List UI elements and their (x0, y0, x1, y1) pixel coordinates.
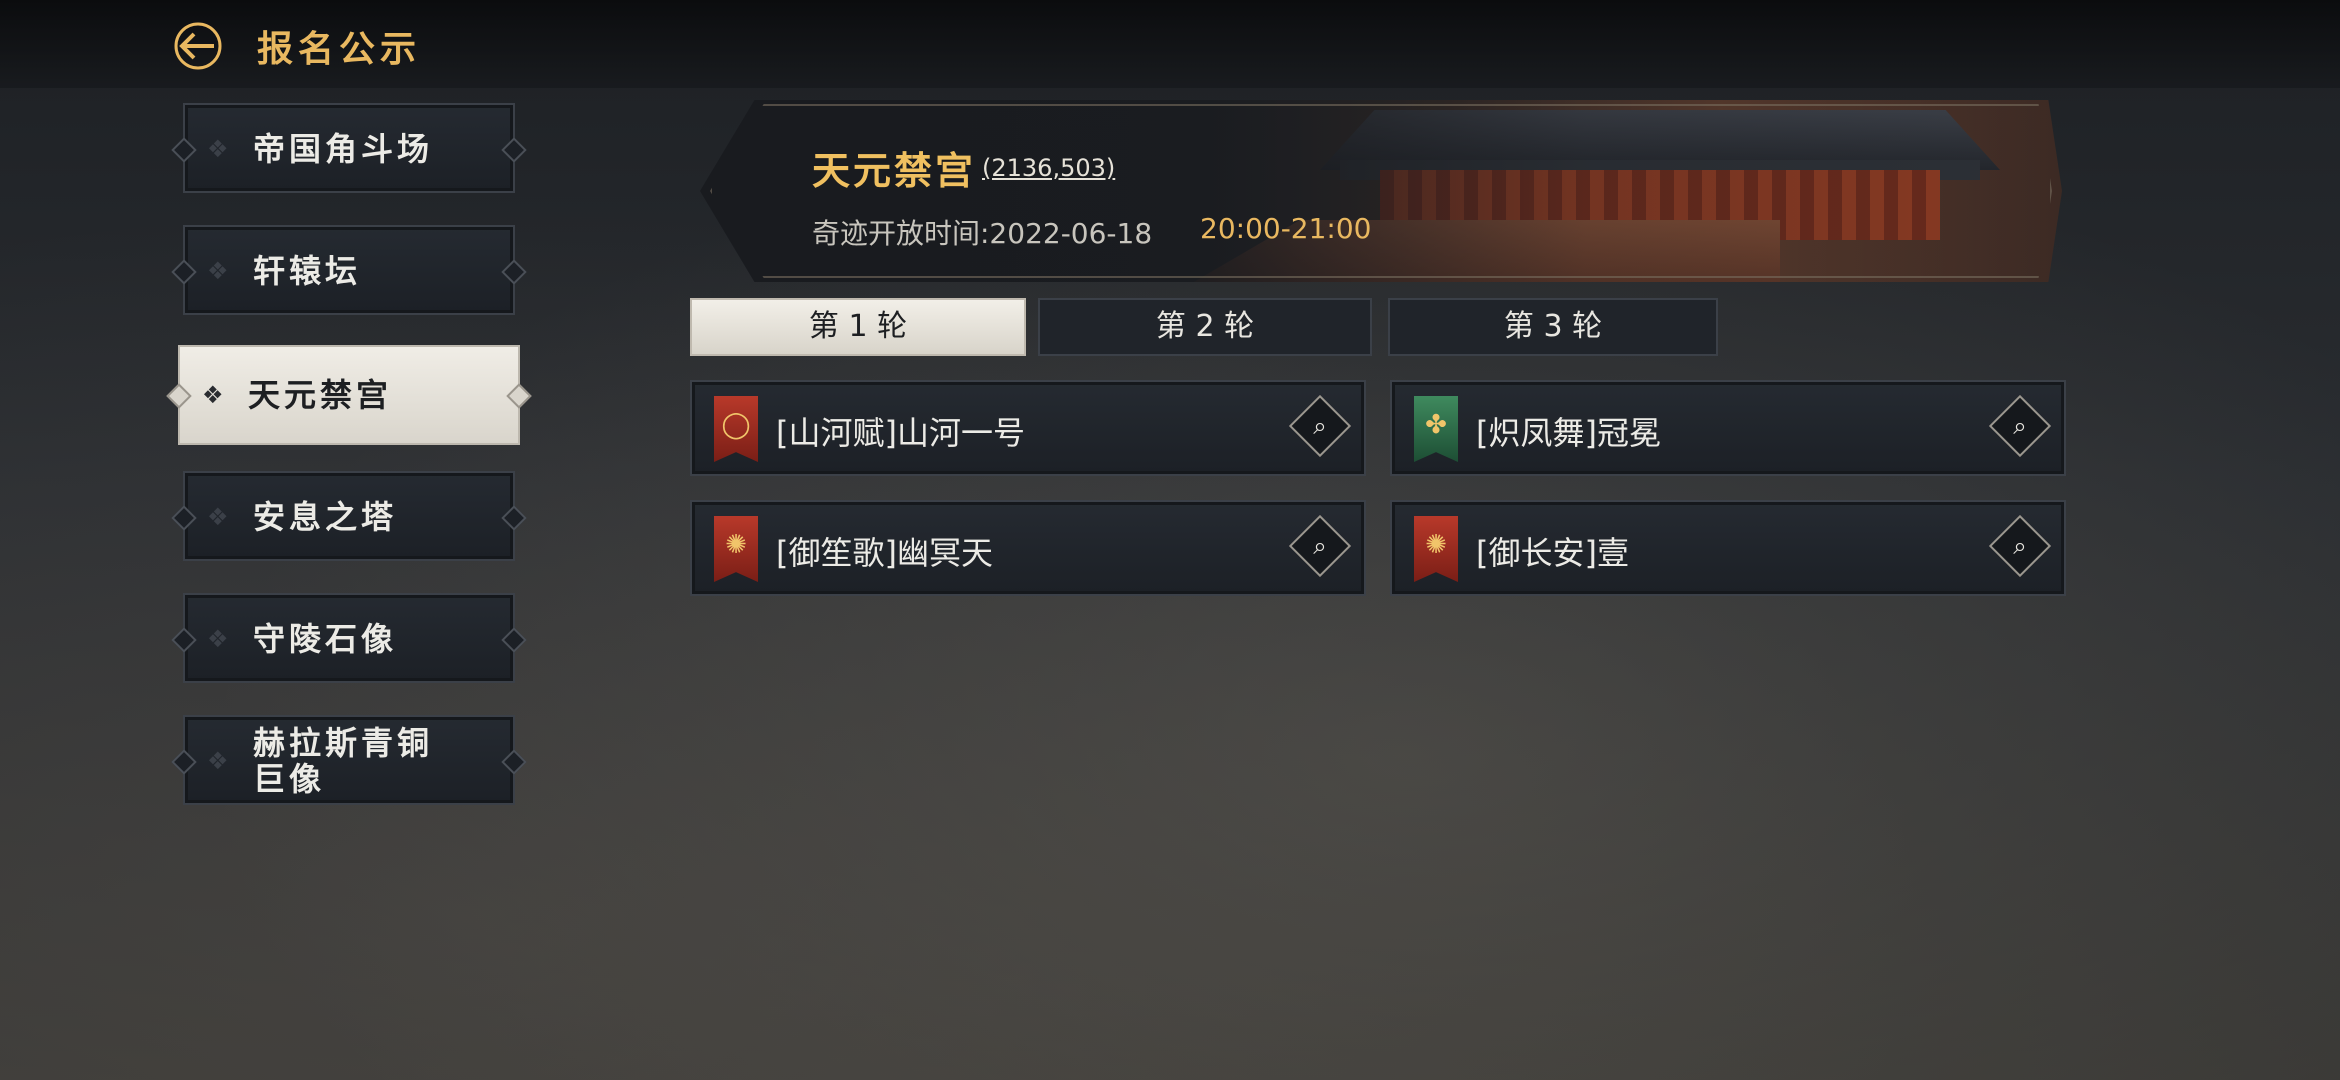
gem-ornament (501, 749, 527, 775)
laurel-emblem-icon: ◯ (714, 396, 758, 462)
gem-ornament (501, 259, 527, 285)
gem-ornament (501, 137, 527, 163)
gem-ornament (166, 383, 192, 409)
gem-ornament (171, 137, 197, 163)
alliance-card[interactable]: ✤ [炽凤舞]冠冕 ⌕ (1390, 380, 2066, 476)
search-button[interactable]: ⌕ (1988, 394, 2052, 458)
search-icon: ⌕ (1313, 412, 1327, 440)
tab-round-3[interactable]: 第 3 轮 (1388, 298, 1718, 356)
search-icon: ⌕ (2013, 412, 2027, 440)
diamond-mark-icon: ❖ (207, 625, 229, 653)
sidebar-item-imperial-arena[interactable]: ❖ 帝国角斗场 (171, 103, 527, 193)
search-icon: ⌕ (2013, 532, 2027, 560)
sidebar-item-xuanyuan-altar[interactable]: ❖ 轩辕坛 (171, 225, 527, 315)
sidebar-item-label: 帝国角斗场 (253, 130, 434, 168)
gem-ornament (171, 505, 197, 531)
alliance-name: [御笙歌]幽冥天 (776, 534, 993, 572)
gem-ornament (501, 627, 527, 653)
alliance-card[interactable]: ✺ [御长安]壹 ⌕ (1390, 500, 2066, 596)
tab-round-1[interactable]: 第 1 轮 (690, 298, 1026, 356)
phoenix-emblem-icon: ✤ (1414, 396, 1458, 462)
sidebar-item-label: 守陵石像 (253, 620, 398, 658)
sidebar-item-label: 赫拉斯青铜巨像 (253, 724, 434, 798)
alliance-card[interactable]: ✺ [御笙歌]幽冥天 ⌕ (690, 500, 1366, 596)
alliance-name: [山河赋]山河一号 (776, 414, 1025, 452)
dragon-emblem-icon: ✺ (1414, 516, 1458, 582)
sidebar-item-tower-of-rest[interactable]: ❖ 安息之塔 (171, 471, 527, 561)
wonder-coords-link[interactable]: (2136,503) (982, 154, 1115, 182)
gem-ornament (171, 627, 197, 653)
diamond-mark-icon: ❖ (207, 257, 229, 285)
search-button[interactable]: ⌕ (1988, 514, 2052, 578)
search-icon: ⌕ (1313, 532, 1327, 560)
diamond-mark-icon: ❖ (207, 503, 229, 531)
sidebar-item-bronze-colossus[interactable]: ❖ 赫拉斯青铜巨像 (171, 715, 527, 805)
search-button[interactable]: ⌕ (1288, 514, 1352, 578)
sidebar-item-label: 安息之塔 (253, 498, 398, 536)
sidebar-item-tianyuan-palace[interactable]: ❖ 天元禁宫 (166, 345, 532, 445)
gem-ornament (506, 383, 532, 409)
diamond-mark-icon: ❖ (207, 135, 229, 163)
alliance-name: [御长安]壹 (1476, 534, 1629, 572)
sidebar-item-tomb-guardian[interactable]: ❖ 守陵石像 (171, 593, 527, 683)
gem-ornament (501, 505, 527, 531)
back-arrow-icon[interactable] (170, 18, 226, 74)
wonder-name: 天元禁宫 (812, 149, 977, 193)
sidebar-item-label: 轩辕坛 (253, 252, 362, 290)
alliance-name: [炽凤舞]冠冕 (1476, 414, 1661, 452)
gem-ornament (171, 749, 197, 775)
alliance-card[interactable]: ◯ [山河赋]山河一号 ⌕ (690, 380, 1366, 476)
dragon-emblem-icon: ✺ (714, 516, 758, 582)
page-title: 报名公示 (257, 29, 422, 70)
open-time-range: 20:00-21:00 (1200, 212, 1372, 245)
gem-ornament (171, 259, 197, 285)
sidebar-item-label: 天元禁宫 (248, 376, 393, 414)
open-time-label: 奇迹开放时间:2022-06-18 (812, 217, 1153, 250)
diamond-mark-icon: ❖ (207, 747, 229, 775)
diamond-mark-icon: ❖ (202, 381, 224, 409)
search-button[interactable]: ⌕ (1288, 394, 1352, 458)
tab-round-2[interactable]: 第 2 轮 (1038, 298, 1372, 356)
